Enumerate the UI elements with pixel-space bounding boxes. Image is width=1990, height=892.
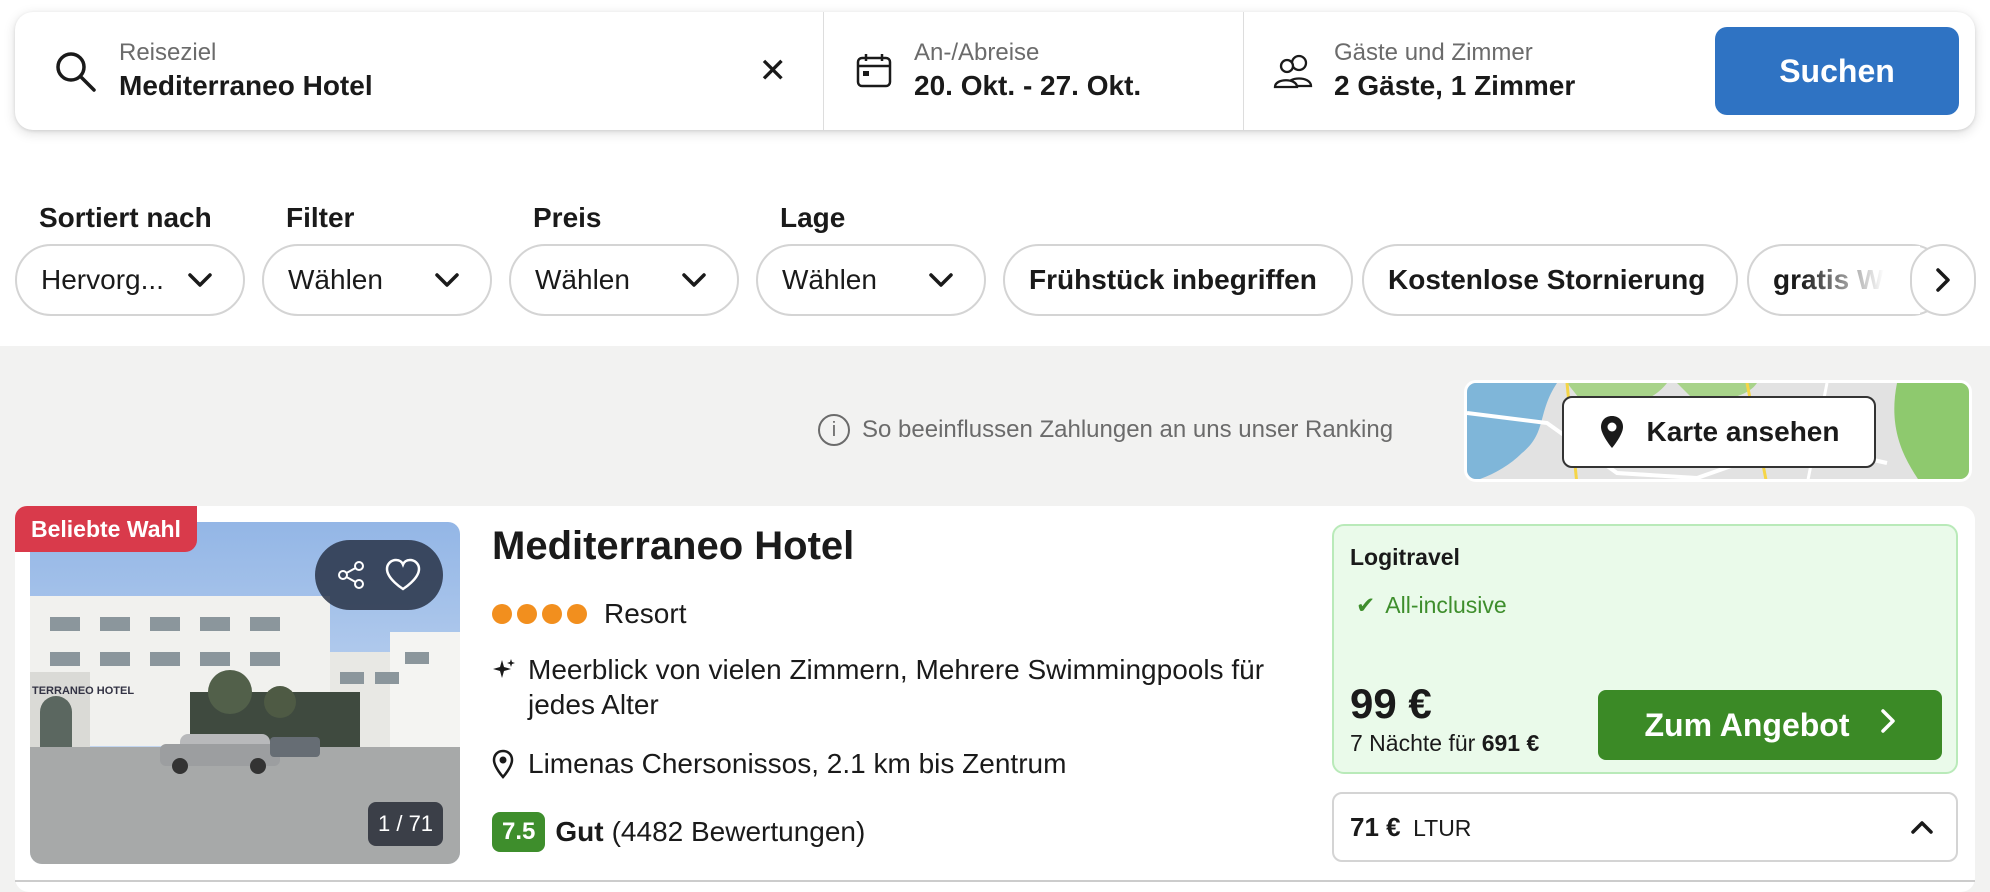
- rating-score: 7.5: [492, 812, 546, 852]
- sort-title: Sortiert nach: [39, 202, 212, 233]
- destination-value[interactable]: Mediterraneo Hotel: [119, 68, 373, 104]
- hotel-rating[interactable]: 7.5 Gut (4482 Bewertungen): [492, 812, 865, 852]
- location-value: Wählen: [782, 264, 877, 295]
- destination-label: Reiseziel: [119, 39, 217, 66]
- guests-label: Gäste und Zimmer: [1334, 39, 1533, 66]
- sort-filter: Sortiert nach Hervorg...: [15, 200, 245, 316]
- rating-word: Gut: [555, 816, 604, 847]
- destination-field[interactable]: Reiseziel Mediterraneo Hotel ✕: [15, 12, 823, 130]
- heart-icon[interactable]: [384, 558, 422, 592]
- guests-icon: [1268, 52, 1320, 90]
- hotel-stars: Resort: [492, 598, 686, 630]
- filter-value: Wählen: [288, 264, 383, 295]
- hotel-location-text: Limenas Chersonissos, 2.1 km bis Zentrum: [528, 748, 1067, 779]
- offer-board: ✔ All-inclusive: [1356, 592, 1507, 619]
- photo-actions: [315, 540, 443, 610]
- popular-badge: Beliebte Wahl: [15, 506, 197, 552]
- search-button[interactable]: Suchen: [1715, 27, 1959, 115]
- check-icon: ✔: [1356, 592, 1376, 618]
- chevron-up-icon[interactable]: [1910, 819, 1934, 835]
- dates-value[interactable]: 20. Okt. - 27. Okt.: [914, 68, 1141, 104]
- chevron-right-icon: [1880, 708, 1896, 742]
- guests-value[interactable]: 2 Gäste, 1 Zimmer: [1334, 68, 1575, 104]
- star-dot: [492, 604, 512, 624]
- location-title: Lage: [780, 202, 846, 233]
- ranking-note-text: So beeinflussen Zahlungen an uns unser R…: [862, 416, 1394, 443]
- location-dropdown[interactable]: Wählen: [756, 244, 986, 316]
- filters-next-button[interactable]: [1910, 244, 1976, 316]
- offer-total-prefix: 7 Nächte für: [1350, 730, 1476, 756]
- star-dot: [517, 604, 537, 624]
- offer-provider: Logitravel: [1350, 544, 1460, 570]
- filter-filter: Filter Wählen: [262, 200, 492, 316]
- rating-count: (4482 Bewertungen): [611, 816, 866, 847]
- alt-offer-provider: LTUR: [1413, 814, 1472, 841]
- hotel-type: Resort: [604, 598, 687, 629]
- search-icon: [45, 49, 105, 93]
- hotel-location: Limenas Chersonissos, 2.1 km bis Zentrum: [492, 748, 1066, 780]
- chevron-right-icon: [1936, 268, 1950, 292]
- price-dropdown[interactable]: Wählen: [509, 244, 739, 316]
- sort-value: Hervorg...: [41, 264, 164, 295]
- dates-label: An-/Abreise: [914, 39, 1040, 66]
- share-icon[interactable]: [336, 560, 366, 590]
- price-title: Preis: [533, 202, 602, 233]
- alt-offer-row[interactable]: 71 € LTUR: [1332, 792, 1958, 862]
- chip-breakfast[interactable]: Frühstück inbegriffen: [1003, 244, 1353, 316]
- offer-board-text: All-inclusive: [1385, 592, 1507, 618]
- chevron-down-icon: [929, 273, 953, 287]
- star-dot: [542, 604, 562, 624]
- location-pin-icon: [492, 749, 514, 779]
- chevron-down-icon: [682, 273, 706, 287]
- chip-free-cancellation[interactable]: Kostenlose Stornierung: [1362, 244, 1738, 316]
- card-divider: [15, 880, 1975, 882]
- map-pin-icon: [1600, 416, 1623, 448]
- deal-button[interactable]: Zum Angebot: [1598, 690, 1942, 760]
- deal-button-label: Zum Angebot: [1644, 706, 1850, 743]
- chevron-down-icon: [188, 273, 212, 287]
- filter-dropdown[interactable]: Wählen: [262, 244, 492, 316]
- hotel-sign-text: TERRANEO HOTEL: [32, 685, 134, 697]
- hotel-name[interactable]: Mediterraneo Hotel: [492, 524, 854, 569]
- sparkle-icon: [493, 659, 515, 678]
- search-bar: Reiseziel Mediterraneo Hotel ✕ An-/Abrei…: [15, 12, 1975, 130]
- calendar-icon: [848, 52, 900, 90]
- map-button-label: Karte ansehen: [1646, 416, 1840, 447]
- location-filter: Lage Wählen: [756, 200, 986, 316]
- alt-offer-price: 71 €: [1350, 811, 1401, 842]
- offer-total-value: 691 €: [1481, 730, 1540, 756]
- chevron-down-icon: [435, 273, 459, 287]
- guests-field[interactable]: Gäste und Zimmer 2 Gäste, 1 Zimmer: [1243, 12, 1713, 130]
- price-filter: Preis Wählen: [509, 200, 739, 316]
- ranking-note[interactable]: i So beeinflussen Zahlungen an uns unser…: [818, 414, 1393, 446]
- map-button[interactable]: Karte ansehen: [1562, 396, 1876, 468]
- offer-price: 99 €: [1350, 680, 1432, 727]
- star-dot: [567, 604, 587, 624]
- info-icon: i: [818, 414, 850, 446]
- photo-counter: 1 / 71: [368, 802, 444, 846]
- sort-dropdown[interactable]: Hervorg...: [15, 244, 245, 316]
- hotel-features-text: Meerblick von vielen Zimmern, Mehrere Sw…: [528, 654, 1265, 720]
- price-value: Wählen: [535, 264, 630, 295]
- hotel-features: Meerblick von vielen Zimmern, Mehrere Sw…: [492, 652, 1322, 722]
- clear-icon[interactable]: ✕: [759, 51, 788, 91]
- offer-total: 7 Nächte für 691 €: [1350, 730, 1539, 757]
- dates-field[interactable]: An-/Abreise 20. Okt. - 27. Okt.: [823, 12, 1243, 130]
- filter-title: Filter: [286, 202, 355, 233]
